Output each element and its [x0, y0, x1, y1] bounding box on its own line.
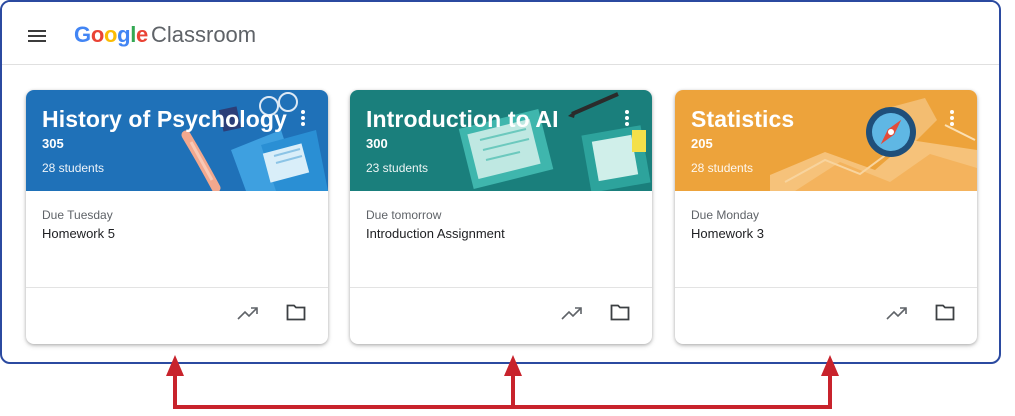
arrowhead-card-2 — [504, 355, 522, 376]
annotation-arrows — [166, 355, 839, 409]
connector-line — [173, 372, 832, 409]
arrowhead-card-1 — [166, 355, 184, 376]
arrowhead-card-3 — [821, 355, 839, 376]
